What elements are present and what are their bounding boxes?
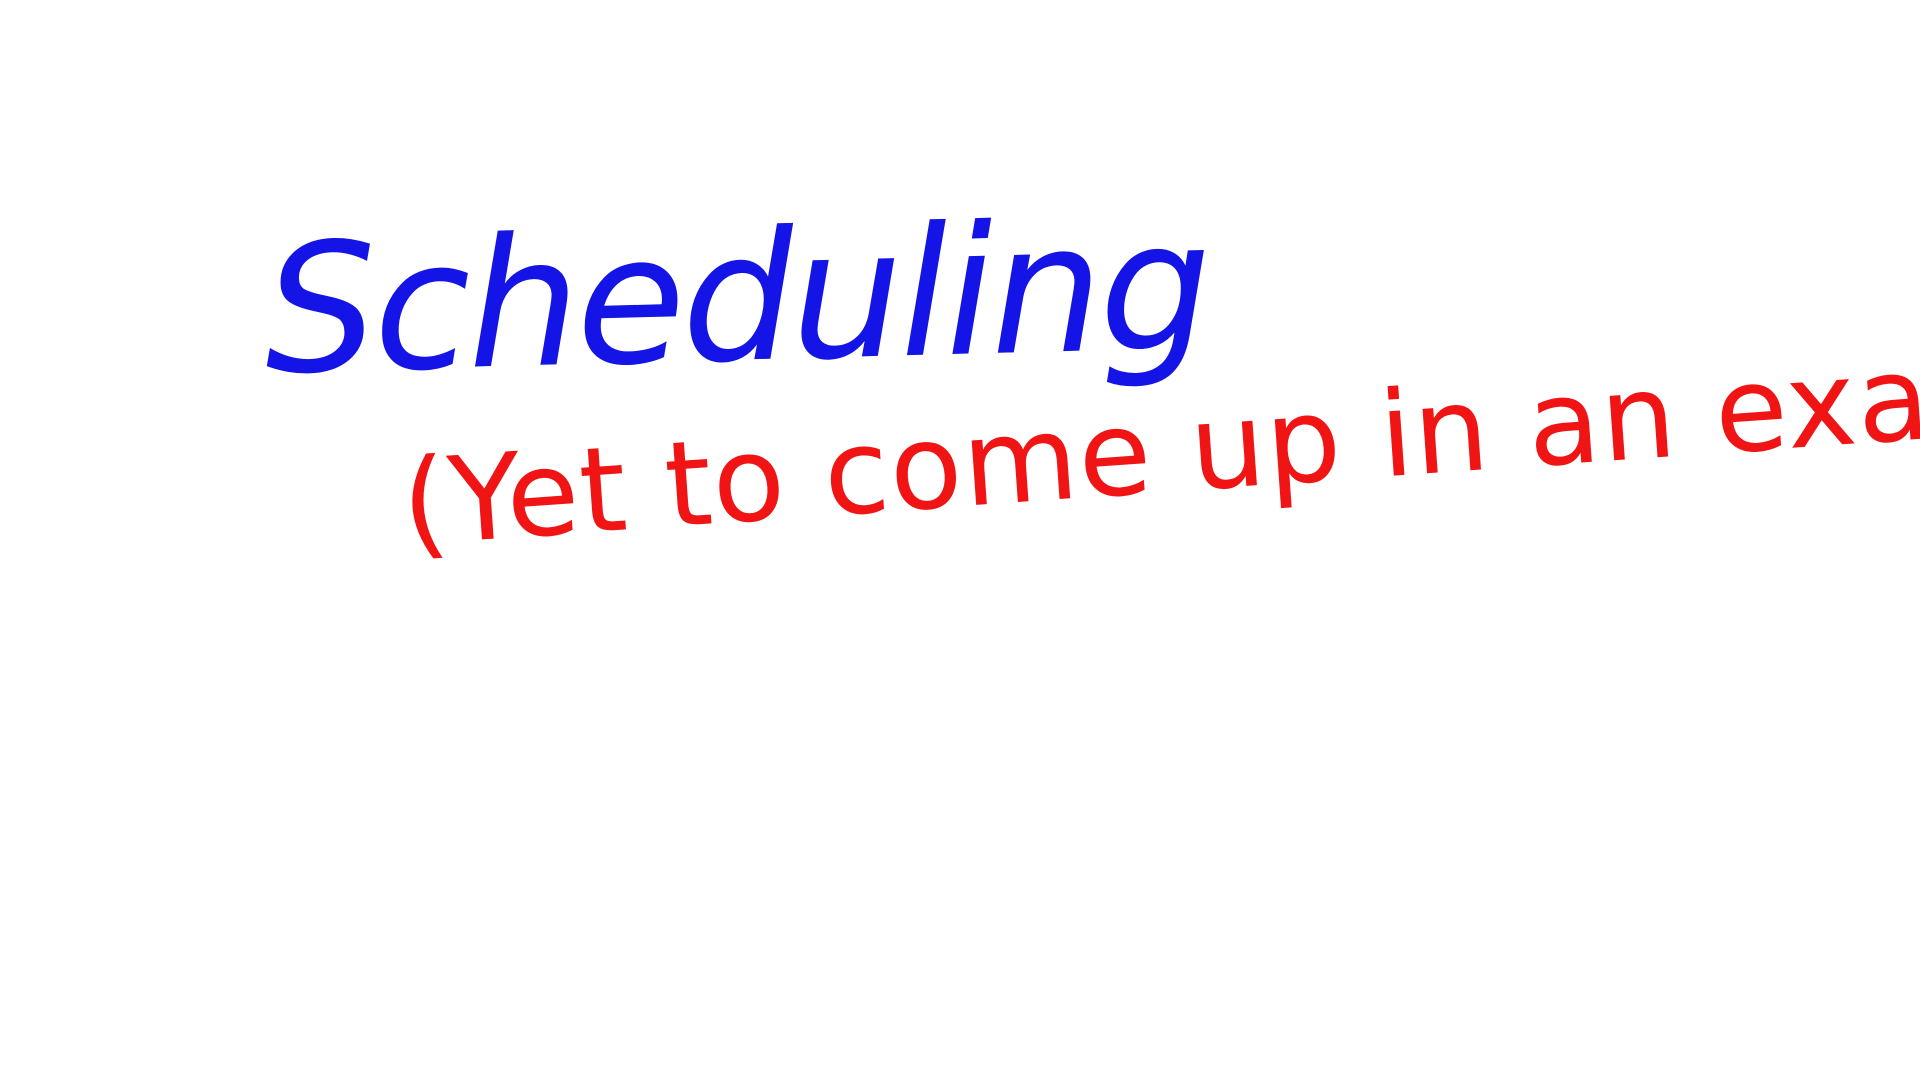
handwritten-heading: Scheduling (261, 182, 1211, 414)
whiteboard-canvas: Scheduling (Yet to come up in an exam) (0, 0, 1920, 1080)
